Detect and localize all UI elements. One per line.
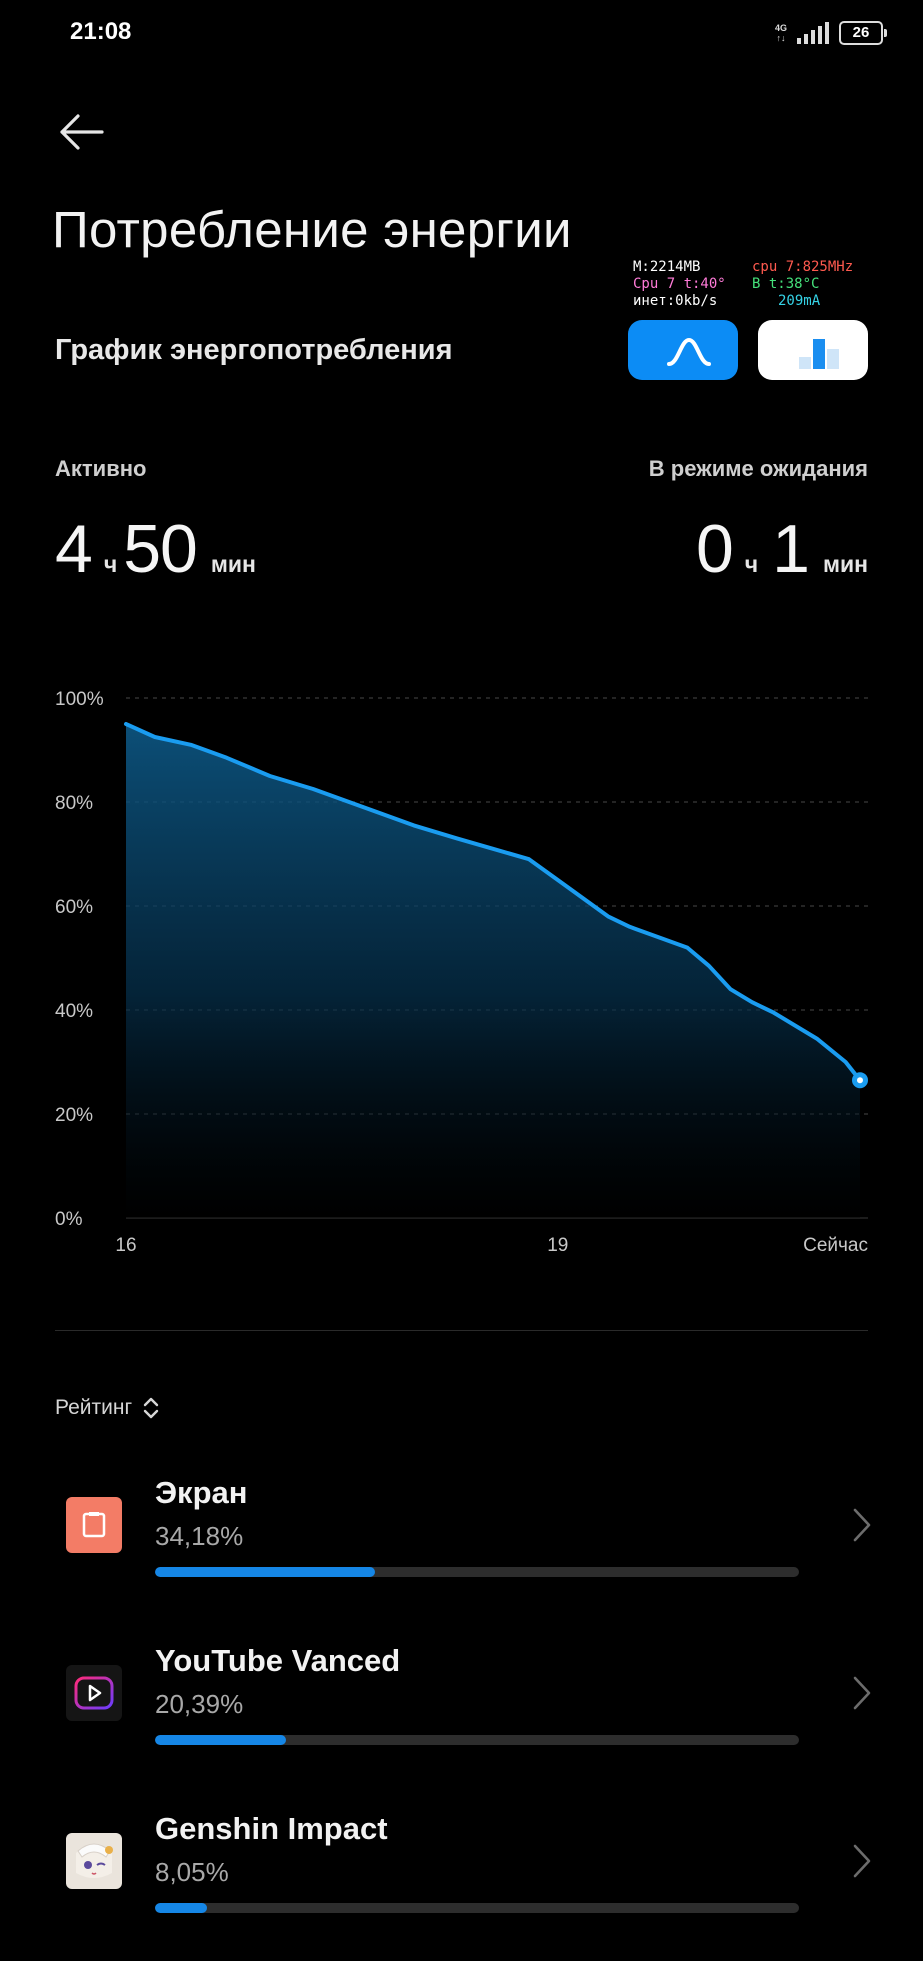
list-item[interactable]: Genshin Impact 8,05%	[0, 1811, 923, 1961]
usage-bar-fill	[155, 1567, 376, 1577]
minutes-unit: мин	[822, 551, 868, 577]
monitor-current: 209mA	[778, 293, 821, 309]
chart-area-fill	[126, 724, 860, 1218]
bar-chart-icon	[799, 339, 839, 369]
y-tick-label: 100%	[55, 689, 104, 710]
usage-bar-fill	[155, 1903, 207, 1913]
youtube-vanced-icon	[66, 1665, 122, 1721]
active-time: 4 ч 50 мин	[55, 510, 256, 588]
app-name: Genshin Impact	[155, 1811, 388, 1846]
y-tick-label: 40%	[55, 1001, 93, 1022]
chevron-right-icon	[853, 1676, 871, 1710]
active-minutes: 50	[123, 511, 198, 587]
network-type-label: 4G	[774, 23, 787, 33]
network-type-indicator: 4G ↑↓	[774, 23, 787, 43]
app-name: YouTube Vanced	[155, 1643, 401, 1678]
active-label: Активно	[55, 456, 147, 481]
minutes-unit: мин	[210, 551, 256, 577]
monitor-battery-temp: B t:38°C	[752, 276, 820, 292]
usage-bar	[155, 1567, 799, 1577]
section-divider	[55, 1330, 868, 1331]
x-tick-label: Сейчас	[803, 1235, 868, 1256]
standby-time: 0 ч 1 мин	[696, 510, 868, 588]
system-monitor-right: cpu 7:825MHz B t:38°C 209mA	[752, 259, 853, 310]
battery-level: 26	[852, 24, 870, 41]
status-icons: 4G ↑↓ 26	[774, 18, 887, 48]
list-item[interactable]: Экран 34,18%	[0, 1475, 923, 1625]
sort-label: Рейтинг	[55, 1396, 133, 1419]
chevron-right-icon	[853, 1508, 871, 1542]
app-percent: 34,18%	[155, 1521, 244, 1551]
hours-unit: ч	[744, 551, 759, 577]
battery-level-chart: 100% 80% 60% 40% 20% 0% 16 19 Сейчас	[55, 689, 868, 1256]
app-percent: 8,05%	[155, 1857, 229, 1887]
standby-hours: 0	[695, 511, 734, 587]
genshin-impact-icon	[66, 1833, 122, 1889]
chart-current-point-center	[857, 1077, 863, 1084]
standby-minutes: 1	[772, 511, 810, 587]
usage-bar-fill	[155, 1735, 287, 1745]
back-arrow-icon[interactable]	[58, 112, 104, 152]
system-monitor-left: M:2214MB Cpu 7 t:40° инет:0kb/s	[633, 259, 726, 310]
app-percent: 20,39%	[155, 1689, 244, 1719]
monitor-cpu-temp: Cpu 7 t:40°	[633, 276, 726, 292]
usage-bar	[155, 1903, 799, 1913]
chevron-right-icon	[853, 1844, 871, 1878]
y-tick-label: 20%	[55, 1105, 93, 1126]
battery-icon: 26	[839, 21, 887, 45]
line-chart-icon	[667, 337, 711, 366]
bar-chart-toggle-button[interactable]	[758, 320, 868, 380]
status-time: 21:08	[70, 18, 132, 45]
monitor-network: инет:0kb/s	[633, 293, 718, 309]
monitor-cpu-freq: cpu 7:825MHz	[752, 259, 854, 275]
active-hours: 4	[55, 511, 93, 587]
graph-section-title: График энергопотребления	[55, 334, 453, 366]
standby-label: В режиме ожидания	[648, 456, 868, 481]
x-tick-label: 19	[547, 1235, 568, 1256]
y-tick-label: 60%	[55, 897, 93, 918]
usage-bar	[155, 1735, 799, 1745]
sort-chevrons-icon	[143, 1397, 159, 1419]
monitor-memory: M:2214MB	[633, 259, 701, 275]
y-tick-label: 80%	[55, 793, 93, 814]
app-name: Экран	[155, 1475, 248, 1510]
screen-icon	[66, 1497, 122, 1553]
page-title: Потребление энергии	[52, 201, 572, 258]
list-item[interactable]: YouTube Vanced 20,39%	[0, 1643, 923, 1793]
line-chart-toggle-button[interactable]	[628, 320, 738, 380]
hours-unit: ч	[103, 551, 118, 577]
sort-selector[interactable]: Рейтинг	[55, 1395, 160, 1421]
signal-icon	[797, 22, 829, 44]
y-tick-label: 0%	[55, 1209, 83, 1230]
x-tick-label: 16	[115, 1235, 136, 1256]
